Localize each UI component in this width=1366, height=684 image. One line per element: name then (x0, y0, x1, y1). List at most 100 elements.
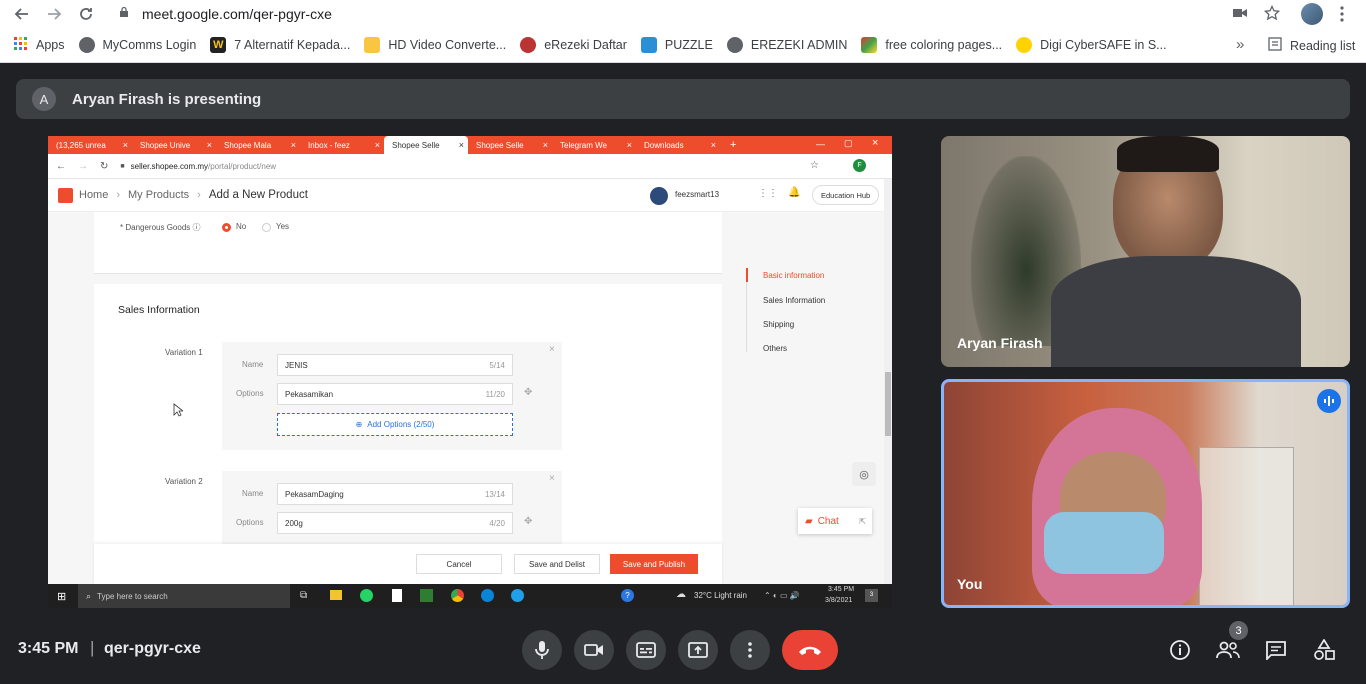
shopee-header: Home › My Products › Add a New Product fee… (48, 179, 892, 212)
taskbar-search: ⌕ Type here to search (78, 584, 290, 608)
close-icon: × (458, 140, 464, 150)
reload-icon: ↻ (100, 160, 109, 172)
shared-tab: Inbox - feez × (308, 140, 380, 150)
education-hub-button: Education Hub (812, 185, 880, 205)
meeting-time: 3:45 PM (18, 640, 79, 657)
close-icon: × (549, 344, 555, 355)
camera-icon[interactable] (1232, 6, 1248, 25)
presenting-text: Aryan Firash is presenting (72, 90, 262, 108)
task-view-icon: ⧉ (300, 590, 308, 601)
bookmark-star-icon[interactable] (1263, 4, 1281, 26)
bookmarks-overflow-icon[interactable]: » (1236, 36, 1244, 53)
present-now-button[interactable] (678, 630, 718, 670)
shopee-content: * Dangerous Goods ⓘ No Yes Sales Informa… (48, 212, 884, 584)
forward-icon[interactable] (44, 4, 64, 24)
cancel-button: Cancel (416, 554, 502, 574)
whatsapp-icon (360, 589, 373, 602)
shared-tab-active: Shopee Selle × (384, 136, 468, 154)
present-screen-icon (688, 642, 708, 658)
back-icon[interactable] (12, 4, 32, 24)
bookmark-puzzle[interactable]: PUZZLE (640, 37, 713, 53)
shared-tab: (13,265 unrea × (56, 140, 128, 150)
camera-button[interactable] (574, 630, 614, 670)
participant-body (1051, 256, 1301, 367)
variation-1-label: Variation 1 (165, 348, 203, 357)
shared-tab: Telegram We × (560, 140, 632, 150)
windows-taskbar: ⊞ ⌕ Type here to search ⧉ ? ☁ 32°C Light… (48, 584, 892, 608)
expand-icon: ⇱ (859, 516, 866, 526)
people-icon (1216, 641, 1240, 659)
bookmark-apps[interactable]: Apps (14, 36, 65, 54)
leave-call-button[interactable] (782, 630, 838, 670)
plus-circle-icon: ⊕ (355, 420, 363, 429)
weather-cloud-icon: ☁ (676, 589, 686, 600)
reload-icon[interactable] (76, 4, 96, 24)
chat-button[interactable] (1258, 632, 1294, 668)
participants-count-badge: 3 (1229, 621, 1248, 640)
w-logo-icon: W (210, 37, 227, 53)
captions-button[interactable] (626, 630, 666, 670)
bookmark-alternatif[interactable]: W7 Alternatif Kepada... (210, 37, 350, 53)
save-and-publish-button: Save and Publish (610, 554, 698, 574)
notification-icon: 3 (865, 589, 878, 602)
participant-tile-aryan[interactable]: Aryan Firash (941, 136, 1350, 367)
chrome-icon (451, 589, 464, 602)
variation-2-name-input: PekasamDaging 13/14 (277, 483, 513, 505)
lock-icon (118, 5, 130, 23)
edge-icon (481, 589, 494, 602)
new-tab-icon: + (730, 139, 737, 151)
file-explorer-icon (330, 590, 342, 600)
bookmark-erezeki-admin[interactable]: EREZEKI ADMIN (726, 37, 847, 53)
presenter-avatar: A (32, 87, 56, 111)
username: feezsmart13 (675, 190, 720, 199)
back-icon: ← (56, 160, 66, 172)
bookmark-coloring[interactable]: free coloring pages... (861, 37, 1002, 53)
details-separator: | (90, 638, 95, 657)
action-footer: Cancel Save and Delist Save and Publish (94, 544, 722, 584)
participant-tile-you[interactable]: You (941, 379, 1350, 608)
url-text: meet.google.com/qer-pgyr-cxe (142, 6, 332, 22)
digi-cloud-icon (1016, 37, 1033, 53)
chevron-right-icon: › (116, 189, 121, 201)
shared-address-bar: ← → ↻ ■ seller.shopee.com.my/portal/prod… (48, 154, 892, 179)
bookmarks-bar: Apps MyComms Login W7 Alternatif Kepada.… (0, 28, 1366, 63)
meeting-details-button[interactable] (1162, 632, 1198, 668)
video-camera-icon (584, 644, 603, 656)
reading-list-icon (1268, 37, 1282, 54)
address-bar[interactable]: meet.google.com/qer-pgyr-cxe (108, 2, 1284, 26)
chat-widget: ▰ Chat ⇱ (798, 508, 872, 534)
chat-bubble-icon: ▰ (805, 515, 813, 527)
reading-list-button[interactable]: Reading list (1268, 37, 1355, 54)
shared-tab: Shopee Unive × (140, 140, 212, 150)
bookmark-erezeki-daftar[interactable]: eRezeki Daftar (520, 37, 627, 53)
window-close-icon: × (872, 137, 879, 149)
dangerous-goods-card: * Dangerous Goods ⓘ No Yes (94, 212, 722, 274)
close-icon: × (542, 140, 548, 150)
globe-icon (78, 37, 95, 53)
shared-tab: Downloads × (644, 140, 716, 150)
bookmark-hd-video[interactable]: HD Video Converte... (364, 37, 506, 53)
more-options-button[interactable] (730, 630, 770, 670)
bookmark-digi[interactable]: Digi CyberSAFE in S... (1016, 37, 1167, 53)
user-avatar (650, 187, 668, 205)
microphone-icon (535, 641, 549, 659)
variation-1-name-input: JENIS 5/14 (277, 354, 513, 376)
globe-icon (726, 37, 743, 53)
close-icon: × (206, 140, 212, 150)
side-nav-item-sales: Sales Information (763, 296, 826, 305)
coloring-icon (861, 37, 878, 53)
browser-toolbar: meet.google.com/qer-pgyr-cxe (0, 0, 1366, 28)
dangerous-goods-label: * Dangerous Goods ⓘ (120, 223, 201, 232)
microphone-button[interactable] (522, 630, 562, 670)
bookmark-mycomms[interactable]: MyComms Login (78, 37, 196, 53)
end-call-icon (799, 646, 821, 655)
cabinet-shape (1199, 447, 1294, 605)
activities-button[interactable] (1306, 632, 1342, 668)
profile-avatar[interactable] (1301, 3, 1323, 25)
radio-yes (262, 223, 271, 232)
kebab-menu-icon[interactable] (1340, 6, 1344, 27)
mouse-cursor-icon (173, 403, 183, 417)
side-nav-item-shipping: Shipping (763, 320, 795, 329)
participant-name: Aryan Firash (957, 335, 1043, 351)
shared-tab: Shopee Selle × (476, 140, 548, 150)
